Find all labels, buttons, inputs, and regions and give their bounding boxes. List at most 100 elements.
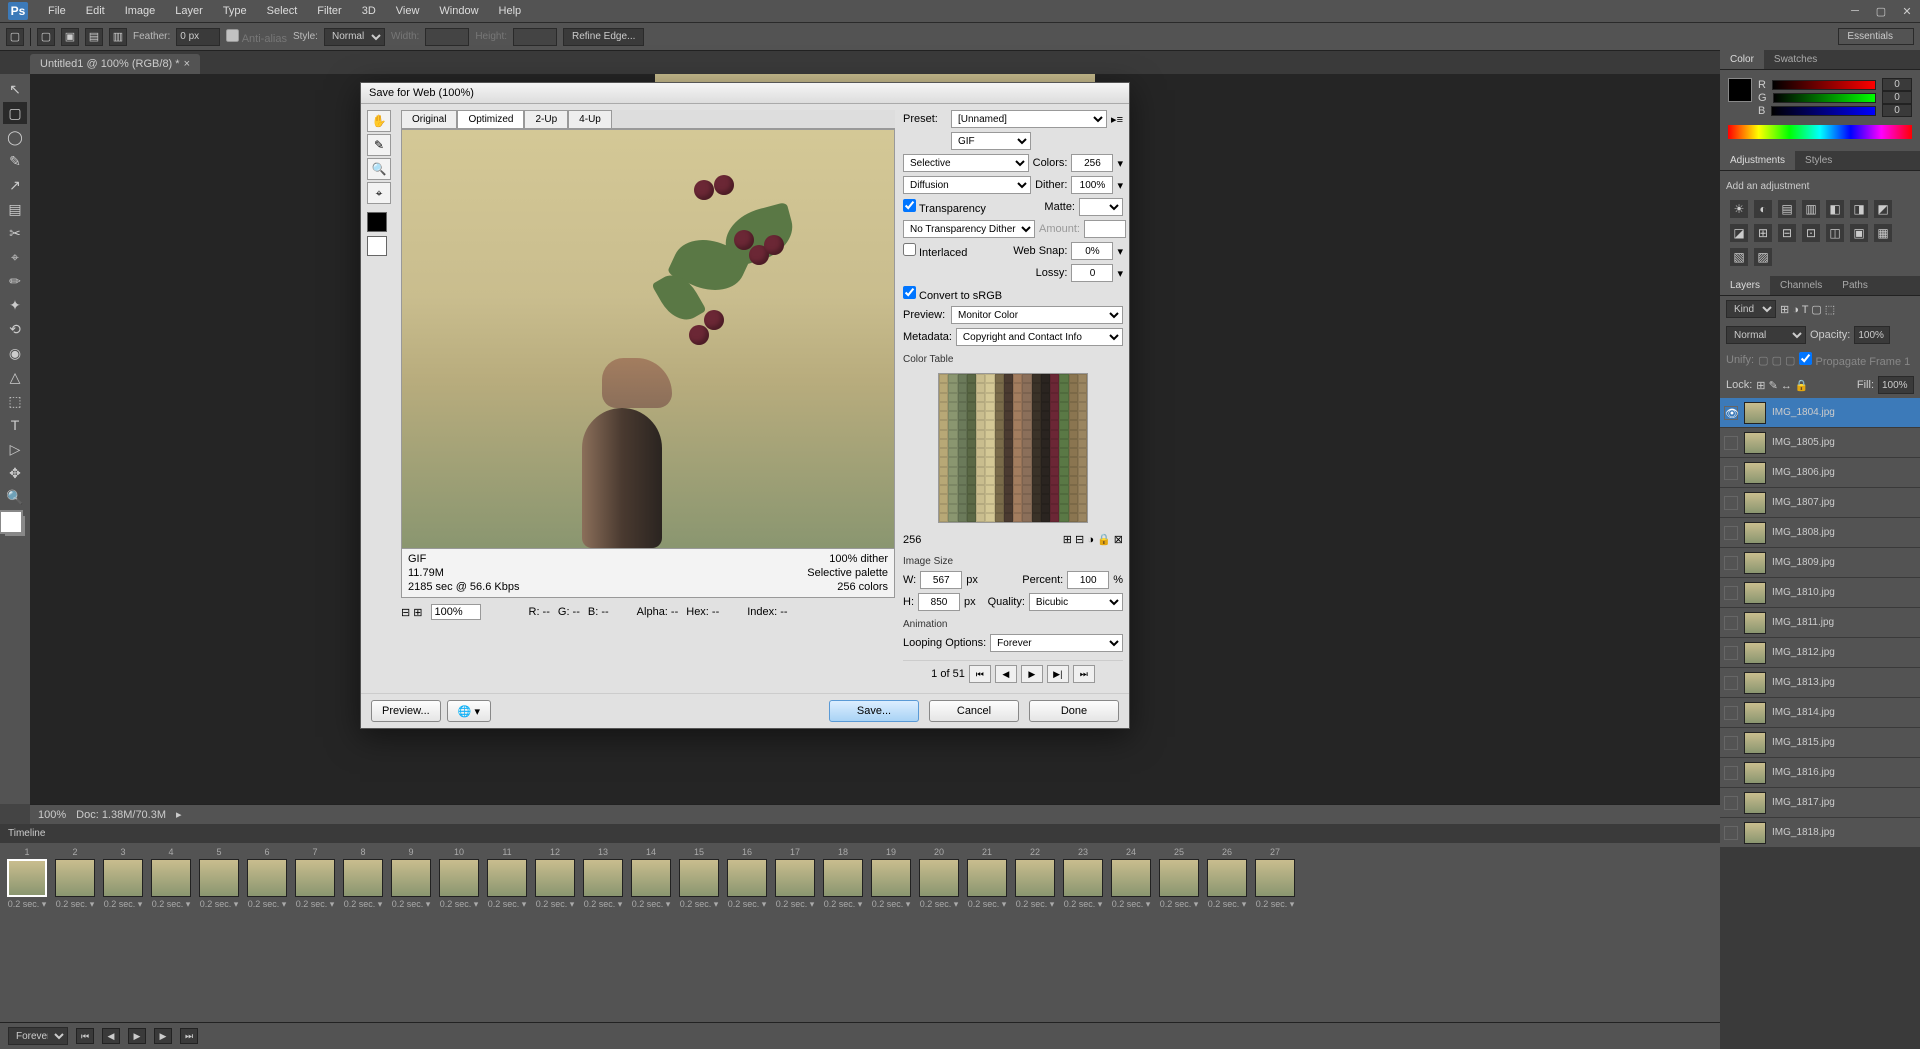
color-cell[interactable] <box>948 513 957 522</box>
metadata-select[interactable]: Copyright and Contact Info <box>956 328 1123 346</box>
color-cell[interactable] <box>985 504 994 513</box>
color-cell[interactable] <box>1050 430 1059 439</box>
color-cell[interactable] <box>1059 420 1068 429</box>
zoom-tool-icon[interactable]: 🔍 <box>367 158 391 180</box>
color-cell[interactable] <box>1050 513 1059 522</box>
color-cell[interactable] <box>1050 420 1059 429</box>
color-cell[interactable] <box>948 467 957 476</box>
color-cell[interactable] <box>958 504 967 513</box>
color-cell[interactable] <box>1050 439 1059 448</box>
color-cell[interactable] <box>1041 430 1050 439</box>
colors-input[interactable] <box>1071 154 1113 172</box>
color-cell[interactable] <box>939 504 948 513</box>
color-cell[interactable] <box>985 374 994 383</box>
color-cell[interactable] <box>1022 476 1031 485</box>
color-cell[interactable] <box>1078 494 1087 503</box>
percent-input[interactable] <box>1067 571 1109 589</box>
color-cell[interactable] <box>967 485 976 494</box>
anim-play-button[interactable]: ▶ <box>1021 665 1043 683</box>
four-up-tab[interactable]: 4-Up <box>568 110 612 128</box>
color-cell[interactable] <box>1041 439 1050 448</box>
color-cell[interactable] <box>1004 402 1013 411</box>
color-cell[interactable] <box>1022 485 1031 494</box>
color-cell[interactable] <box>939 430 948 439</box>
color-table[interactable] <box>938 373 1088 523</box>
color-cell[interactable] <box>958 402 967 411</box>
color-cell[interactable] <box>976 402 985 411</box>
color-cell[interactable] <box>958 467 967 476</box>
color-cell[interactable] <box>1059 485 1068 494</box>
color-cell[interactable] <box>976 448 985 457</box>
color-cell[interactable] <box>985 457 994 466</box>
color-cell[interactable] <box>1059 476 1068 485</box>
color-cell[interactable] <box>939 467 948 476</box>
color-cell[interactable] <box>948 485 957 494</box>
color-cell[interactable] <box>1022 393 1031 402</box>
loop-option-select[interactable]: Forever <box>990 634 1123 652</box>
color-cell[interactable] <box>967 513 976 522</box>
color-cell[interactable] <box>995 494 1004 503</box>
color-cell[interactable] <box>948 411 957 420</box>
color-cell[interactable] <box>985 439 994 448</box>
color-cell[interactable] <box>976 476 985 485</box>
color-cell[interactable] <box>1041 485 1050 494</box>
color-cell[interactable] <box>1059 374 1068 383</box>
dither-method-select[interactable]: Diffusion <box>903 176 1031 194</box>
color-cell[interactable] <box>1078 513 1087 522</box>
color-cell[interactable] <box>939 448 948 457</box>
color-cell[interactable] <box>1013 420 1022 429</box>
color-cell[interactable] <box>1059 411 1068 420</box>
color-cell[interactable] <box>958 383 967 392</box>
preview-zoom[interactable] <box>431 604 481 620</box>
color-cell[interactable] <box>1069 439 1078 448</box>
preview-button[interactable]: Preview... <box>371 700 441 722</box>
color-cell[interactable] <box>1069 374 1078 383</box>
color-cell[interactable] <box>976 485 985 494</box>
color-cell[interactable] <box>1013 439 1022 448</box>
trans-dither-select[interactable]: No Transparency Dither <box>903 220 1035 238</box>
color-cell[interactable] <box>1069 513 1078 522</box>
color-cell[interactable] <box>1050 504 1059 513</box>
color-cell[interactable] <box>1069 494 1078 503</box>
color-cell[interactable] <box>1069 411 1078 420</box>
anim-first-button[interactable]: ⏮ <box>969 665 991 683</box>
color-cell[interactable] <box>1041 402 1050 411</box>
color-cell[interactable] <box>948 383 957 392</box>
color-cell[interactable] <box>1059 467 1068 476</box>
color-cell[interactable] <box>1041 448 1050 457</box>
color-cell[interactable] <box>1032 439 1041 448</box>
color-cell[interactable] <box>958 411 967 420</box>
optimized-tab[interactable]: Optimized <box>457 110 524 128</box>
color-cell[interactable] <box>958 439 967 448</box>
color-cell[interactable] <box>1069 383 1078 392</box>
done-button[interactable]: Done <box>1029 700 1119 722</box>
color-cell[interactable] <box>1059 513 1068 522</box>
color-cell[interactable] <box>1069 430 1078 439</box>
color-cell[interactable] <box>1004 448 1013 457</box>
format-select[interactable]: GIF <box>951 132 1031 150</box>
color-cell[interactable] <box>985 467 994 476</box>
color-cell[interactable] <box>958 430 967 439</box>
color-cell[interactable] <box>1022 420 1031 429</box>
color-cell[interactable] <box>1004 383 1013 392</box>
color-cell[interactable] <box>967 402 976 411</box>
color-cell[interactable] <box>967 457 976 466</box>
color-cell[interactable] <box>1041 393 1050 402</box>
color-cell[interactable] <box>1013 411 1022 420</box>
color-cell[interactable] <box>1078 402 1087 411</box>
color-cell[interactable] <box>1032 402 1041 411</box>
color-cell[interactable] <box>939 402 948 411</box>
color-cell[interactable] <box>1069 393 1078 402</box>
color-cell[interactable] <box>1013 457 1022 466</box>
color-cell[interactable] <box>1050 485 1059 494</box>
color-cell[interactable] <box>1032 420 1041 429</box>
color-cell[interactable] <box>1069 485 1078 494</box>
color-cell[interactable] <box>976 504 985 513</box>
color-cell[interactable] <box>958 485 967 494</box>
preview-select[interactable]: Monitor Color <box>951 306 1123 324</box>
color-cell[interactable] <box>1059 393 1068 402</box>
color-cell[interactable] <box>958 448 967 457</box>
color-cell[interactable] <box>1041 476 1050 485</box>
color-cell[interactable] <box>1032 476 1041 485</box>
color-cell[interactable] <box>1041 411 1050 420</box>
